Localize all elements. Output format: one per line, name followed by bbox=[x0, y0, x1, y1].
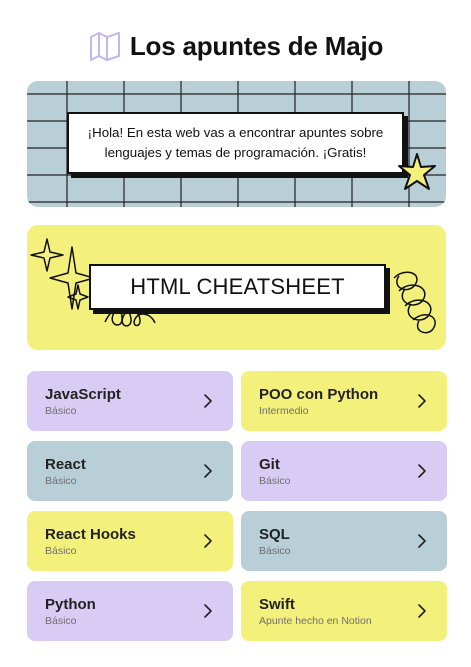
chevron-right-icon bbox=[204, 464, 212, 478]
card-react-hooks[interactable]: React Hooks Básico bbox=[27, 511, 233, 571]
sparkle-icon bbox=[30, 238, 64, 272]
loop-icon bbox=[393, 271, 436, 334]
card-sql[interactable]: SQL Básico bbox=[241, 511, 447, 571]
card-title: Git bbox=[259, 456, 280, 473]
card-title: Swift bbox=[259, 596, 295, 613]
chevron-right-icon bbox=[418, 604, 426, 618]
chevron-right-icon bbox=[204, 534, 212, 548]
intro-text: ¡Hola! En esta web vas a encontrar apunt… bbox=[67, 112, 404, 174]
card-subtitle: Apunte hecho en Notion bbox=[259, 615, 372, 627]
chevron-right-icon bbox=[418, 464, 426, 478]
card-react[interactable]: React Básico bbox=[27, 441, 233, 501]
card-git[interactable]: Git Básico bbox=[241, 441, 447, 501]
card-subtitle: Básico bbox=[45, 545, 77, 557]
chevron-right-icon bbox=[204, 394, 212, 408]
chevron-right-icon bbox=[418, 394, 426, 408]
card-poo-python[interactable]: POO con Python Intermedio bbox=[241, 371, 447, 431]
card-subtitle: Básico bbox=[45, 615, 77, 627]
card-subtitle: Básico bbox=[259, 475, 291, 487]
card-subtitle: Básico bbox=[259, 545, 291, 557]
html-cheatsheet-banner[interactable]: HTML CHEATSHEET bbox=[27, 225, 446, 350]
card-subtitle: Básico bbox=[45, 405, 77, 417]
card-subtitle: Básico bbox=[45, 475, 77, 487]
star-icon bbox=[398, 153, 436, 190]
card-python[interactable]: Python Básico bbox=[27, 581, 233, 641]
card-title: Python bbox=[45, 596, 96, 613]
card-title: React bbox=[45, 456, 86, 473]
intro-banner: ¡Hola! En esta web vas a encontrar apunt… bbox=[27, 81, 446, 207]
scribble-icon bbox=[104, 307, 156, 327]
card-javascript[interactable]: JavaScript Básico bbox=[27, 371, 233, 431]
site-title: Los apuntes de Majo bbox=[129, 30, 384, 61]
map-icon bbox=[89, 32, 120, 61]
chevron-right-icon bbox=[418, 534, 426, 548]
site-header: Los apuntes de Majo bbox=[0, 26, 471, 66]
card-subtitle: Intermedio bbox=[259, 405, 309, 417]
card-title: POO con Python bbox=[259, 386, 379, 403]
card-swift[interactable]: Swift Apunte hecho en Notion bbox=[241, 581, 447, 641]
chevron-right-icon bbox=[204, 604, 212, 618]
card-title: React Hooks bbox=[45, 526, 136, 543]
card-title: JavaScript bbox=[45, 386, 121, 403]
card-title: SQL bbox=[259, 526, 290, 543]
hero-title: HTML CHEATSHEET bbox=[89, 264, 386, 310]
